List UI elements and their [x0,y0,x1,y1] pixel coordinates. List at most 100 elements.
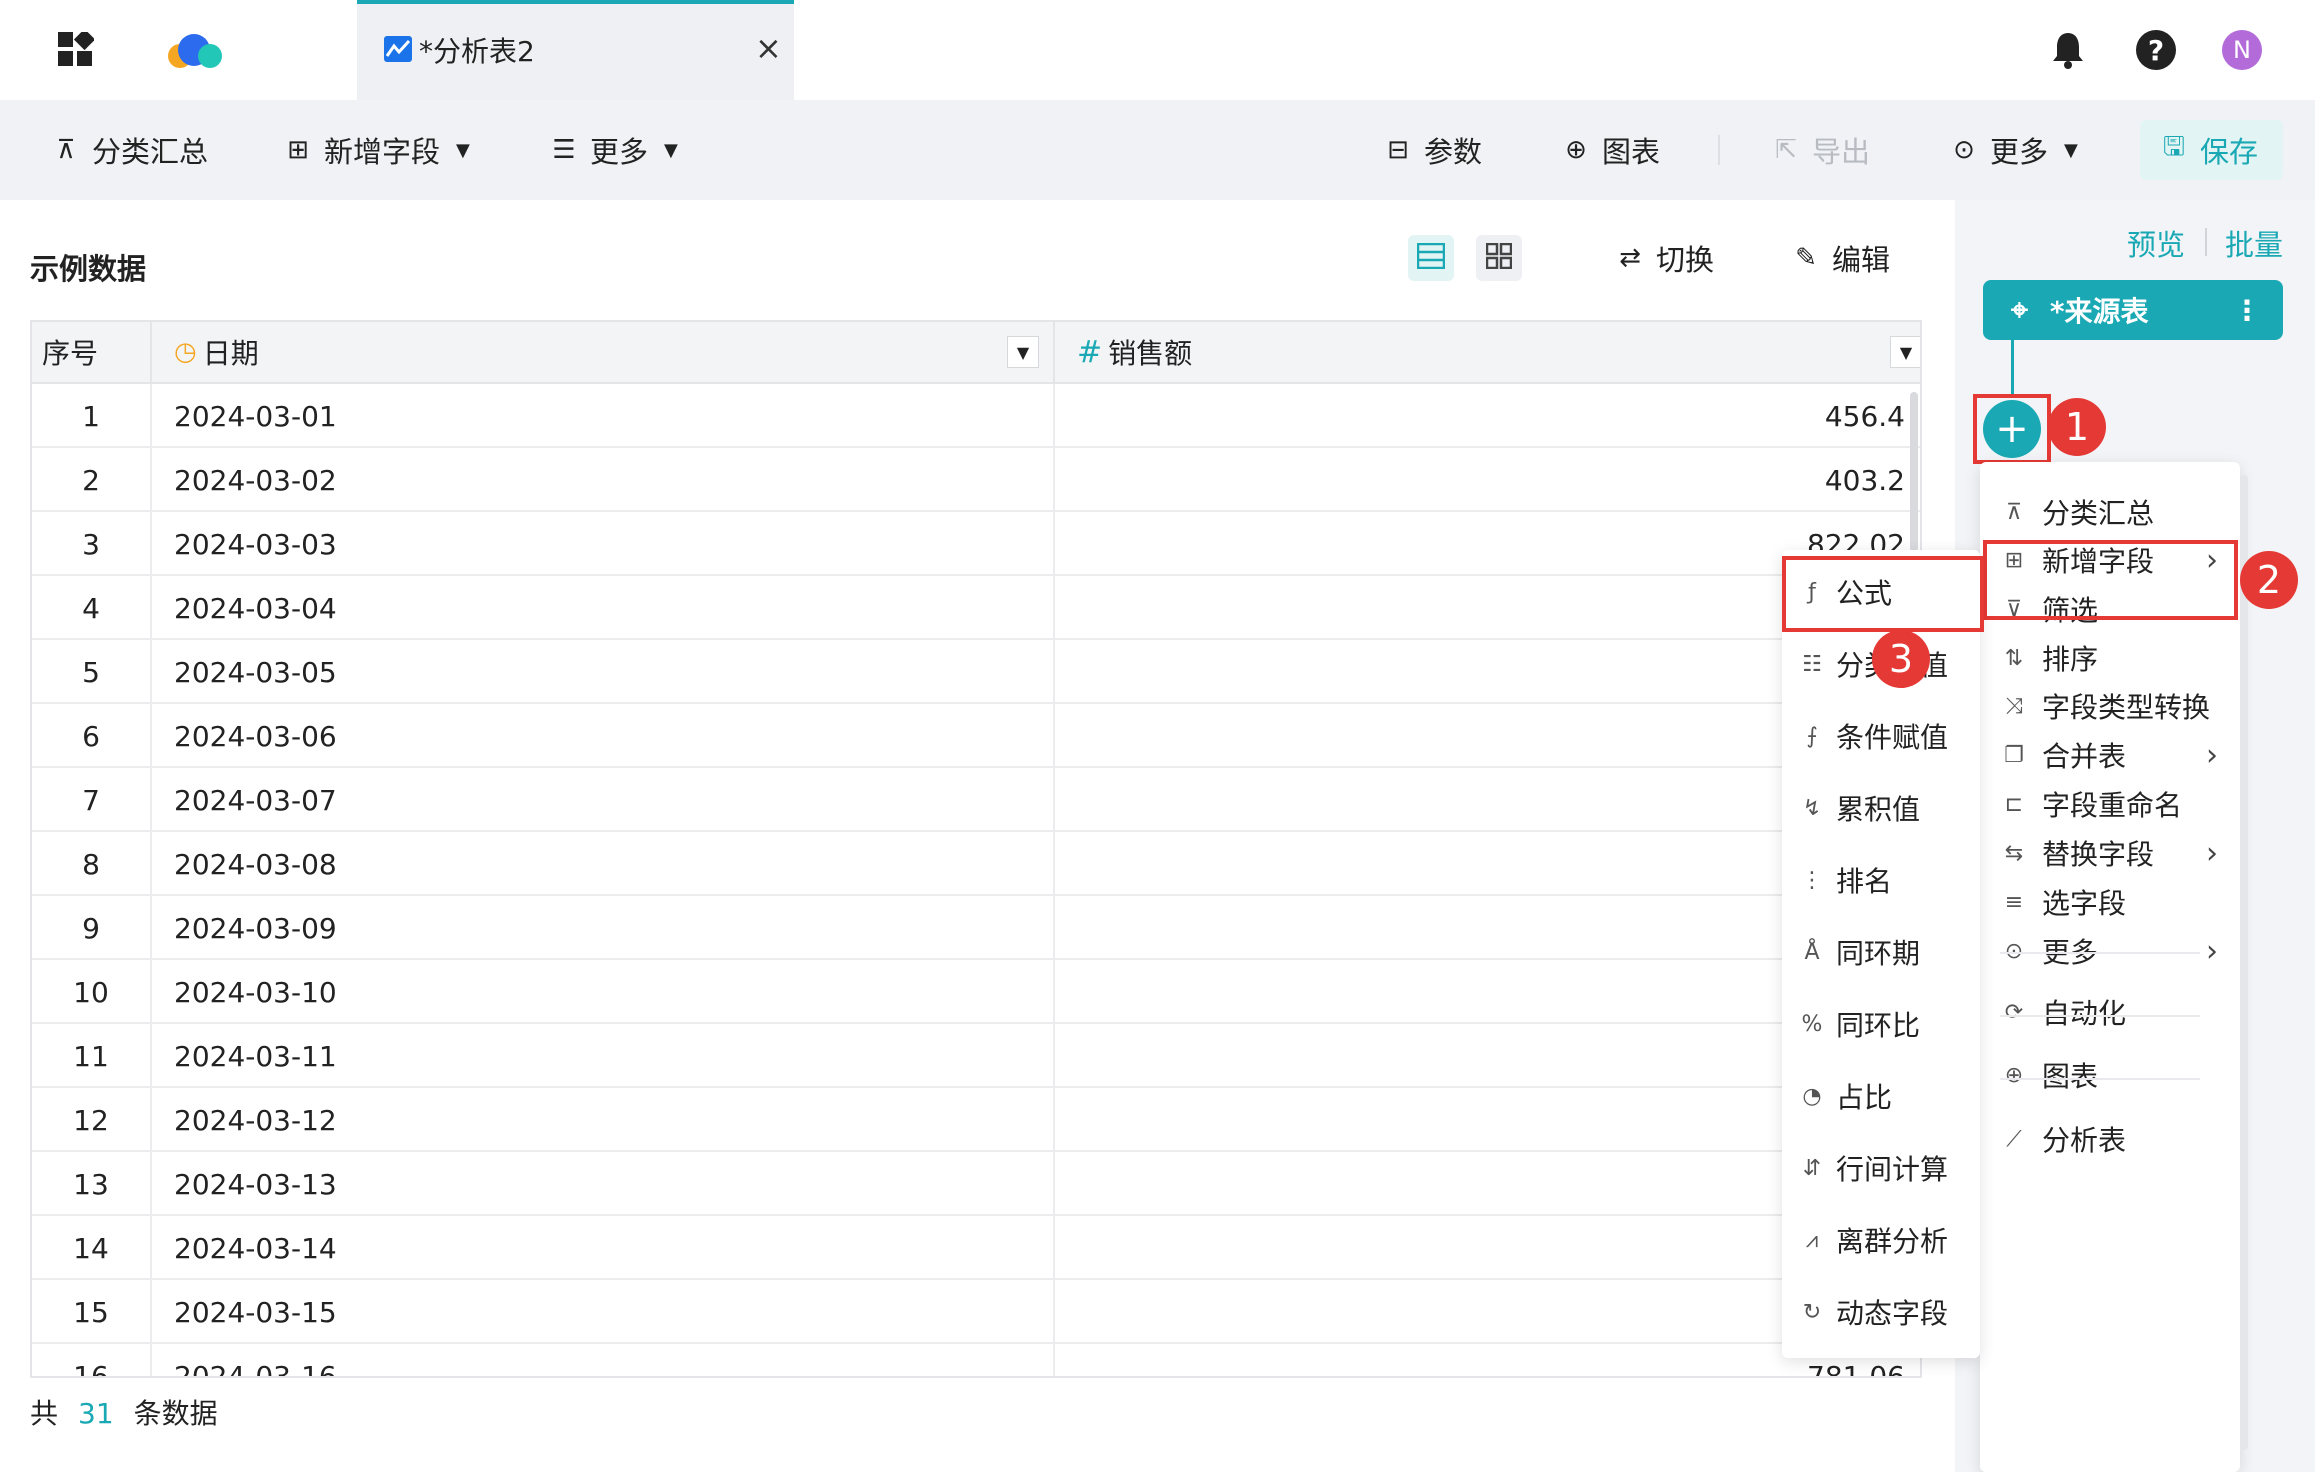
menu-item-chart[interactable]: ⊕ 图表 [1980,1045,2240,1105]
menu-item-label: 更多 [2042,936,2099,969]
table-row[interactable]: 10 2024-03-10 [32,960,1920,1024]
table-row[interactable]: 11 2024-03-11 [32,1024,1920,1088]
table-row[interactable]: 5 2024-03-05 [32,640,1920,704]
help-icon[interactable]: ? [2136,30,2176,70]
menu-item-label: 字段重命名 [2042,789,2183,822]
edit-button[interactable]: ✎ 编辑 [1792,236,1890,280]
batch-link[interactable]: 批量 [2225,222,2283,264]
tab-analysis-2[interactable]: *分析表2 × [357,0,794,100]
table-row[interactable]: 12 2024-03-12 [32,1088,1920,1152]
period-icon: Å [1804,939,1820,965]
column-header-date[interactable]: ◷ 日期 ▼ [152,322,1055,384]
more-right-label: 更多 [1990,135,2049,169]
edit-label: 编辑 [1832,243,1891,277]
close-icon[interactable]: × [755,32,782,64]
export-icon: ⇱ [1775,135,1797,165]
kebab-icon[interactable]: ⋮ [2233,294,2261,327]
analysis-tab-icon [384,36,412,62]
step-badge-1: 1 [2048,398,2106,456]
table-row[interactable]: 1 2024-03-01 456.4 [32,384,1920,448]
column-dropdown-icon[interactable]: ▼ [1890,336,1920,368]
count-prefix: 共 [30,1397,59,1430]
menu-item-label: 分类汇总 [2042,497,2155,530]
submenu-item-row-calc[interactable]: ⇵ 行间计算 [1782,1138,1980,1198]
merge-icon: ❐ [2004,742,2024,768]
table-row[interactable]: 3 2024-03-03 822.02 [32,512,1920,576]
menu-divider [2000,1078,2200,1080]
table-row[interactable]: 6 2024-03-06 [32,704,1920,768]
table-scrollbar[interactable] [1910,392,1918,552]
table-row[interactable]: 2 2024-03-02 403.2 [32,448,1920,512]
cell-date: 2024-03-03 [152,512,1055,576]
menu-item-automation[interactable]: ⟳ 自动化 [1980,982,2240,1042]
ratio-icon: % [1801,1011,1823,1037]
bell-icon[interactable] [2050,30,2086,70]
apps-grid-icon[interactable] [58,28,96,68]
more-icon: ⊙ [2004,938,2024,964]
tree-icon: ⊼ [56,135,76,165]
submenu-item-label: 占比 [1836,1081,1893,1114]
table-row[interactable]: 13 2024-03-13 [32,1152,1920,1216]
preview-link[interactable]: 预览 [2127,222,2185,264]
more-right-button[interactable]: ⊙ 更多 ▼ [1950,128,2078,172]
switch-button[interactable]: ⇄ 切换 [1616,236,1714,280]
highlight-box-1 [1973,394,2051,464]
params-button[interactable]: ⊟ 参数 [1384,128,1482,172]
cell-index: 8 [32,832,152,896]
cell-index: 3 [32,512,152,576]
table-row[interactable]: 9 2024-03-09 [32,896,1920,960]
menu-scrollbar[interactable] [2240,475,2248,1450]
chart-label: 图表 [1602,135,1661,169]
cell-index: 14 [32,1216,152,1280]
target-icon: ⌖ [2011,292,2028,328]
submenu-item-dynamic[interactable]: ↻ 动态字段 [1782,1282,1980,1342]
export-button[interactable]: ⇱ 导出 [1772,128,1870,172]
cumulative-icon: ↯ [1802,795,1822,821]
submenu-item-label: 排名 [1836,865,1893,898]
chevron-right-icon: › [2206,835,2218,871]
cell-date: 2024-03-13 [152,1152,1055,1216]
table-row[interactable]: 8 2024-03-08 [32,832,1920,896]
classify-value-icon: ☷ [1802,651,1822,677]
column-header-sales[interactable]: # 销售额 ▼ [1055,322,1920,384]
cell-index: 1 [32,384,152,448]
classify-button[interactable]: ⊼ 分类汇总 [52,128,208,172]
submenu-item-pie[interactable]: ◔ 占比 [1782,1066,1980,1126]
table-row[interactable]: 15 2024-03-15 [32,1280,1920,1344]
card-view-button[interactable] [1476,235,1522,281]
submenu-item-outlier[interactable]: ⩘ 离群分析 [1782,1210,1980,1270]
save-button[interactable]: 🖫 保存 [2160,128,2258,172]
table-view-button[interactable] [1408,235,1454,281]
table-row[interactable]: 16 2024-03-16 781.06 [32,1344,1920,1376]
menu-divider [2000,952,2200,954]
params-label: 参数 [1424,135,1483,169]
cell-date: 2024-03-16 [152,1344,1055,1376]
avatar[interactable]: N [2222,30,2262,70]
chart-button[interactable]: ⊕ 图表 [1562,128,1660,172]
table-row[interactable]: 14 2024-03-14 [32,1216,1920,1280]
menu-item-more[interactable]: ⊙ 更多 › [1980,921,2240,981]
column-dropdown-icon[interactable]: ▼ [1007,336,1039,368]
submenu-item-rank[interactable]: ⋮ 排名 [1782,850,1980,910]
menu-item-analysis[interactable]: ⟋ 分析表 [1980,1109,2240,1169]
submenu-item-condition[interactable]: ⨍ 条件赋值 [1782,706,1980,766]
cell-index: 12 [32,1088,152,1152]
source-table-node[interactable]: ⌖ *来源表 ⋮ [1983,280,2283,340]
cell-date: 2024-03-05 [152,640,1055,704]
sort-icon: ⇅ [2004,645,2024,671]
logo-icon [164,32,226,72]
submenu-item-ratio[interactable]: % 同环比 [1782,994,1980,1054]
automation-icon: ⟳ [2004,999,2024,1025]
cell-index: 4 [32,576,152,640]
submenu-item-cumulative[interactable]: ↯ 累积值 [1782,778,1980,838]
menu-item-label: 字段类型转换 [2042,691,2211,724]
pie-icon: ◔ [1802,1083,1822,1109]
analysis-icon: ⟋ [2006,1126,2022,1152]
table-row[interactable]: 7 2024-03-07 [32,768,1920,832]
more-left-button[interactable]: ☰ 更多 ▼ [550,128,678,172]
table-row[interactable]: 4 2024-03-04 [32,576,1920,640]
submenu-item-period[interactable]: Å 同环期 [1782,922,1980,982]
menu-item-label: 合并表 [2042,740,2127,773]
add-field-button[interactable]: ⊞ 新增字段 ▼ [284,128,470,172]
tab-title: *分析表2 [419,35,535,68]
